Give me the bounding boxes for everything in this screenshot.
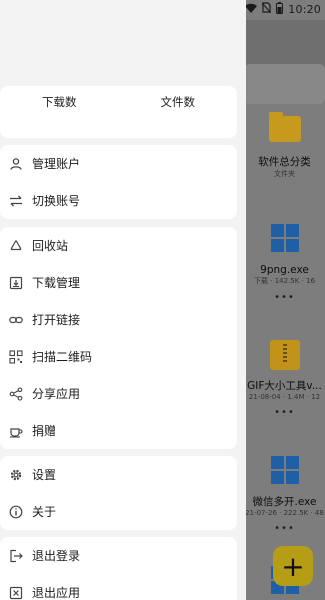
no-sim-icon [261,2,272,16]
menu-item-label: 下载管理 [32,276,81,290]
file-name: 微信多开.exe [252,496,317,508]
menu-item-label: 设置 [32,468,57,482]
menu-item-scan-qr[interactable]: 扫描二维码 [0,338,237,375]
swap-icon [9,194,23,208]
menu-item-label: 回收站 [32,239,69,253]
more-options-icon[interactable]: ••• [244,523,325,534]
stat-label: 文件数 [160,95,196,109]
tools-menu-card: 回收站 下载管理 打开链接 扫描二维码 分享应用 捐赠 [0,227,237,449]
menu-item-switch-account[interactable]: 切换账号 [0,182,237,219]
file-meta: 21-07-26 · 222.5K · 48 [245,509,324,517]
exit-menu-card: 退出登录 退出应用 [0,537,237,600]
status-bar: 10:20 [235,0,325,18]
settings-menu-card: 设置 关于 [0,456,237,530]
link-icon [9,313,23,327]
wifi-icon [245,3,258,16]
menu-item-label: 打开链接 [32,313,81,327]
file-name: 9png.exe [260,264,309,276]
share-icon [9,386,23,401]
gear-icon [9,468,23,482]
coffee-cup-icon [9,424,23,438]
menu-item-label: 捐赠 [32,424,57,438]
account-menu-card: 管理账户 切换账号 [0,145,237,219]
menu-item-label: 分享应用 [32,387,81,401]
folder-icon [268,112,301,142]
file-item[interactable]: GIF大小工具v... 21-08-04 · 1.4M · 12 ••• [244,340,325,418]
navigation-drawer: 下载数 文件数 管理账户 切换账号 回收站 下载管理 打开链接 扫描二维码 分享… [0,0,246,600]
menu-item-label: 退出应用 [32,586,81,600]
background-banner [244,64,325,104]
qr-code-icon [9,349,23,364]
close-box-icon [9,586,23,600]
download-count-stat: 下载数 [0,86,119,138]
add-fab-button[interactable]: + [273,546,313,586]
user-icon [9,157,23,171]
logout-icon [9,549,23,563]
menu-item-exit-app[interactable]: 退出应用 [0,574,237,600]
info-icon [9,505,23,519]
stats-card: 下载数 文件数 [0,86,237,138]
menu-item-donate[interactable]: 捐赠 [0,412,237,449]
status-time: 10:20 [288,2,321,16]
battery-icon [276,1,284,17]
file-count-stat: 文件数 [119,86,238,138]
file-item[interactable]: 9png.exe 下载 · 142.5K · 16 ••• [244,224,325,303]
stat-label: 下载数 [42,95,77,109]
file-item[interactable]: 微信多开.exe 21-07-26 · 222.5K · 48 ••• [244,456,325,534]
recycle-icon [9,239,23,253]
menu-item-settings[interactable]: 设置 [0,456,237,493]
menu-item-download-manager[interactable]: 下载管理 [0,264,237,301]
menu-item-recycle-bin[interactable]: 回收站 [0,227,237,264]
windows-exe-icon [270,456,299,484]
download-box-icon [9,276,23,290]
menu-item-about[interactable]: 关于 [0,493,237,530]
menu-item-label: 关于 [32,505,57,519]
file-item[interactable]: 软件总分类 文件夹 [244,112,325,179]
menu-item-open-link[interactable]: 打开链接 [0,301,237,338]
menu-item-label: 切换账号 [32,194,81,208]
menu-item-manage-account[interactable]: 管理账户 [0,145,237,182]
windows-exe-icon [270,224,299,252]
menu-item-logout[interactable]: 退出登录 [0,537,237,574]
menu-item-share-app[interactable]: 分享应用 [0,375,237,412]
file-meta: 文件夹 [274,170,295,178]
file-name: 软件总分类 [258,156,311,168]
file-name: GIF大小工具v... [247,380,322,392]
more-options-icon[interactable]: ••• [244,407,325,418]
file-meta: 下载 · 142.5K · 16 [254,277,315,285]
menu-item-label: 扫描二维码 [32,350,93,364]
menu-item-label: 管理账户 [32,157,81,171]
file-meta: 21-08-04 · 1.4M · 12 [248,393,321,401]
more-options-icon[interactable]: ••• [244,292,325,303]
zip-archive-icon [269,340,300,370]
menu-item-label: 退出登录 [32,549,81,563]
